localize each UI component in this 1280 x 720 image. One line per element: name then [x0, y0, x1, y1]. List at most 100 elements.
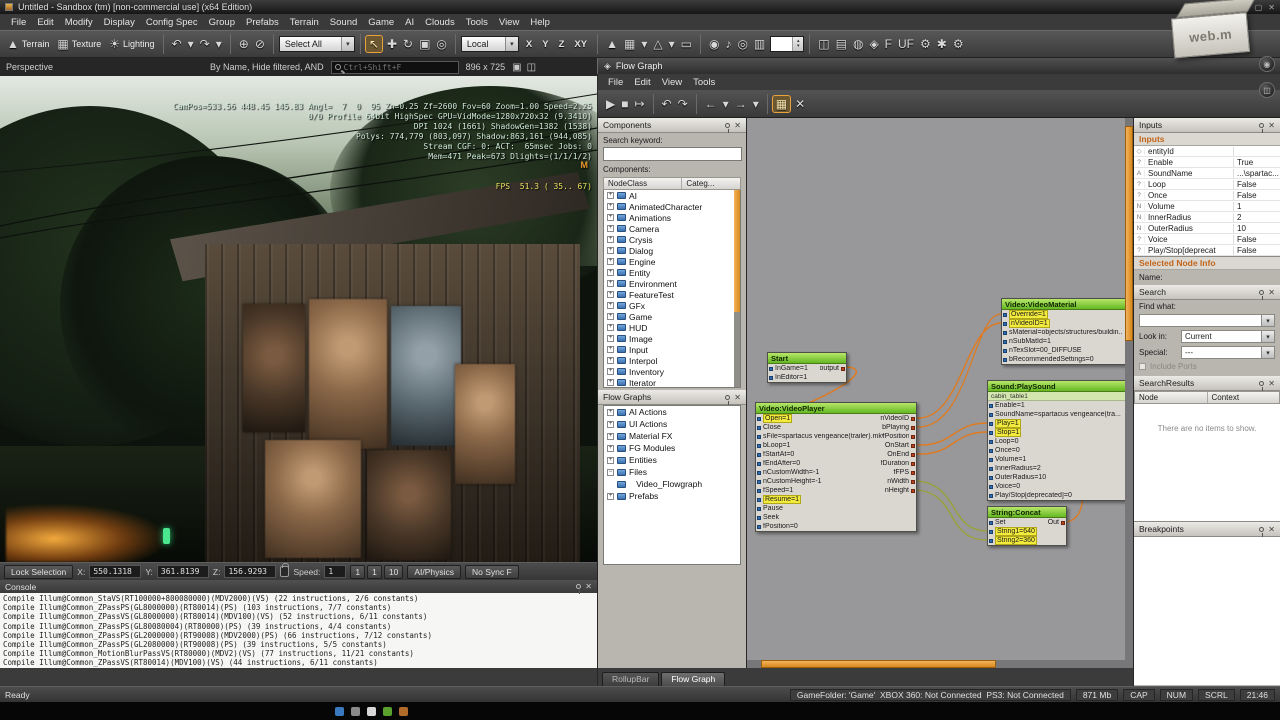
camera-capture-icon[interactable]: ◫: [527, 62, 536, 73]
menu-item[interactable]: Display: [99, 16, 140, 29]
material-editor-icon[interactable]: ◍: [850, 36, 866, 52]
ruler-icon[interactable]: ▭: [678, 36, 695, 52]
components-tree-item[interactable]: + Crysis: [604, 234, 740, 245]
redo-dropdown-icon[interactable]: ▾: [213, 36, 225, 52]
snap-angle-dropdown-icon[interactable]: ▾: [666, 36, 678, 52]
expand-icon[interactable]: −: [607, 468, 614, 476]
texture-button[interactable]: ▦ Texture: [54, 36, 104, 52]
node-port-row[interactable]: InEditor=1: [768, 373, 846, 382]
fg-debug-toggle-icon[interactable]: ▦: [771, 94, 792, 113]
node-port-row[interactable]: Open=1 nVideoID: [756, 414, 916, 423]
menu-item[interactable]: Help: [525, 16, 555, 29]
fg-forward-icon[interactable]: →: [732, 96, 750, 112]
viewport-search-input[interactable]: [343, 62, 455, 72]
uf-icon[interactable]: UF: [895, 36, 917, 52]
viewport-type-label[interactable]: Perspective: [6, 62, 53, 72]
flowgraph-title-bar[interactable]: ◈ Flow Graph ✕: [597, 58, 1280, 74]
fg-redo-icon[interactable]: ↷: [675, 96, 691, 112]
node-port-row[interactable]: Volume=1: [988, 455, 1128, 464]
reference-coordsys-combo[interactable]: Local ▾: [460, 36, 519, 52]
components-tree-item[interactable]: + Camera: [604, 223, 740, 234]
flowgraph-canvas[interactable]: Start InGame=1 output InEditor=1 Video:V…: [747, 118, 1133, 668]
pin-icon[interactable]: [1259, 122, 1265, 133]
expand-icon[interactable]: +: [607, 324, 614, 331]
fg-stop-icon[interactable]: ■: [618, 96, 631, 112]
fg-back-dropdown-icon[interactable]: ▾: [720, 96, 732, 112]
y-coordinate-field[interactable]: 361.8139: [156, 565, 209, 578]
expand-icon[interactable]: +: [607, 432, 614, 440]
chevron-down-icon[interactable]: ▾: [1261, 331, 1274, 342]
node-port-row[interactable]: InnerRadius=2: [988, 464, 1128, 473]
components-scrollbar[interactable]: [734, 190, 740, 387]
output-port-icon[interactable]: [841, 366, 845, 371]
input-port-icon[interactable]: [757, 425, 761, 430]
move-icon[interactable]: ✚: [384, 36, 400, 52]
physics-sphere-icon[interactable]: ◉: [706, 36, 722, 52]
include-ports-checkbox[interactable]: [1139, 363, 1146, 370]
input-port-icon[interactable]: [757, 515, 761, 520]
fg-undo-icon[interactable]: ↶: [659, 96, 675, 112]
flowgraph-node-videoplayer[interactable]: Video:VideoPlayer Open=1 nVideoID Close …: [755, 402, 917, 532]
fg-forward-dropdown-icon[interactable]: ▾: [750, 96, 762, 112]
node-port-row[interactable]: Override=1: [1002, 310, 1128, 319]
input-port-icon[interactable]: [757, 524, 761, 529]
output-port-icon[interactable]: [911, 416, 915, 421]
unlink-icon[interactable]: ⊘: [252, 36, 268, 52]
menu-item[interactable]: Prefabs: [241, 16, 284, 29]
terrain-button[interactable]: ▲ Terrain: [4, 36, 52, 52]
node-port-row[interactable]: fSpeed=1 nHeight: [756, 486, 916, 495]
lighting-button[interactable]: ☀ Lighting: [106, 36, 157, 52]
node-port-row[interactable]: nCustomWidth=-1 fFPS: [756, 468, 916, 477]
snap-angle-icon[interactable]: △: [650, 36, 665, 52]
output-port-icon[interactable]: [911, 488, 915, 493]
output-port-icon[interactable]: [911, 434, 915, 439]
components-tree-item[interactable]: + AnimatedCharacter: [604, 201, 740, 212]
expand-icon[interactable]: +: [607, 444, 614, 452]
node-port-row[interactable]: OuterRadius=10: [988, 473, 1128, 482]
f-icon[interactable]: F: [882, 36, 895, 52]
flowgraph-tree-item[interactable]: Video_Flowgraph: [604, 478, 740, 490]
flowgraph-node-start[interactable]: Start InGame=1 output InEditor=1: [767, 352, 847, 383]
close-icon[interactable]: ✕: [734, 121, 741, 130]
menu-item[interactable]: Game: [363, 16, 399, 29]
asset-browser-icon[interactable]: ✱: [934, 36, 950, 52]
node-port-row[interactable]: InGame=1 output: [768, 364, 846, 373]
input-property-row[interactable]: N Volume 1: [1134, 201, 1280, 212]
expand-icon[interactable]: +: [607, 269, 614, 276]
input-port-icon[interactable]: [989, 412, 993, 417]
flowgraph-tree-item[interactable]: + Prefabs: [604, 490, 740, 502]
components-tree-item[interactable]: + Iterator: [604, 377, 740, 387]
node-port-row[interactable]: bLoop=1 OnStart: [756, 441, 916, 450]
layer-spinner[interactable]: ▴ ▾: [770, 36, 805, 52]
node-port-row[interactable]: bRecommendedSettings=0: [1002, 355, 1128, 364]
node-port-row[interactable]: nVideoID=1: [1002, 319, 1128, 328]
flowgraph-node-playsound[interactable]: Sound:PlaySound cabin_table1 Enable=1 So…: [987, 380, 1129, 501]
sound-icon[interactable]: ♪: [722, 36, 734, 52]
flowgraph-tree-item[interactable]: + FG Modules: [604, 442, 740, 454]
close-icon[interactable]: ✕: [734, 393, 741, 402]
flowgraph-tree-item[interactable]: + Entities: [604, 454, 740, 466]
redo-icon[interactable]: ↷: [197, 36, 213, 52]
speed-preset-1[interactable]: 1: [367, 564, 382, 579]
node-port-row[interactable]: Set Out: [988, 518, 1066, 527]
input-port-icon[interactable]: [989, 529, 993, 534]
menu-item[interactable]: File: [6, 16, 31, 29]
breakpoints-list[interactable]: [1134, 537, 1280, 685]
output-port-icon[interactable]: [911, 452, 915, 457]
input-port-icon[interactable]: [989, 457, 993, 462]
menu-item[interactable]: Config Spec: [141, 16, 203, 29]
tab-flowgraph[interactable]: Flow Graph: [661, 672, 726, 686]
flowgraph-icon[interactable]: ◈: [866, 36, 881, 52]
select-object-icon[interactable]: ↖: [364, 35, 383, 53]
flowgraph-node-stringconcat[interactable]: String:Concat Set Out String1=640 String…: [987, 506, 1067, 546]
speed-preset-01[interactable]: 1: [350, 564, 366, 579]
expand-icon[interactable]: +: [607, 346, 614, 353]
measure-icon[interactable]: ▥: [751, 36, 768, 52]
pin-icon[interactable]: [725, 122, 731, 133]
input-port-icon[interactable]: [1003, 357, 1007, 362]
input-property-row[interactable]: A SoundName ...\spartac...: [1134, 168, 1280, 179]
input-port-icon[interactable]: [757, 497, 761, 502]
components-tree-item[interactable]: + HUD: [604, 322, 740, 333]
special-combo[interactable]: --- ▾: [1181, 346, 1275, 359]
menu-item[interactable]: Terrain: [285, 16, 324, 29]
